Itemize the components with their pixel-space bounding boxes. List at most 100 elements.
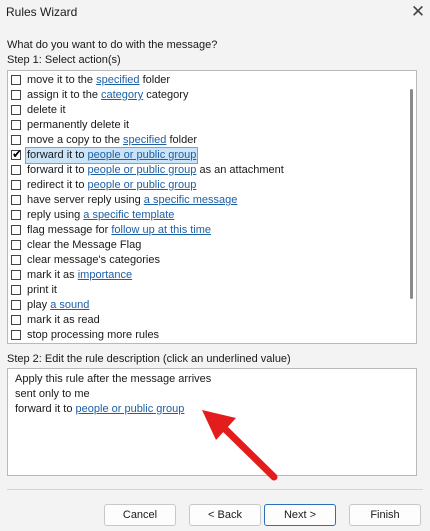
action-checkbox[interactable] <box>11 285 21 295</box>
back-button[interactable]: < Back <box>189 504 261 526</box>
action-checkbox[interactable] <box>11 165 21 175</box>
description-line: sent only to me <box>15 387 90 402</box>
underlined-value-link[interactable]: people or public group <box>76 403 185 415</box>
action-checkbox[interactable] <box>11 225 21 235</box>
action-item[interactable]: clear message's categories <box>8 253 400 268</box>
underlined-value-link[interactable]: specified <box>96 74 139 86</box>
close-icon[interactable]: ✕ <box>408 2 428 22</box>
divider <box>7 489 423 490</box>
action-text: redirect it to <box>27 179 88 191</box>
underlined-value-link[interactable]: a specific template <box>83 209 174 221</box>
action-item[interactable]: assign it to the category category <box>8 88 400 103</box>
action-text: reply using <box>27 209 84 221</box>
action-checkbox[interactable] <box>11 180 21 190</box>
action-item[interactable]: mark it as importance <box>8 268 400 283</box>
action-item[interactable]: reply using a specific template <box>8 208 400 223</box>
action-label: clear the Message Flag <box>26 238 142 253</box>
action-text: play <box>27 299 51 311</box>
action-text: category <box>143 89 189 101</box>
cancel-button[interactable]: Cancel <box>104 504 176 526</box>
action-text: folder <box>139 74 171 86</box>
description-line: forward it to people or public group <box>15 402 184 417</box>
underlined-value-link[interactable]: a sound <box>50 299 89 311</box>
action-text: Apply this rule after the message arrive… <box>15 373 212 385</box>
action-label: reply using a specific template <box>26 208 175 223</box>
underlined-value-link[interactable]: category <box>101 89 143 101</box>
action-text: as an attachment <box>196 164 284 176</box>
action-checkbox[interactable] <box>11 195 21 205</box>
action-text: forward it to <box>15 403 76 415</box>
action-label: move a copy to the specified folder <box>26 133 198 148</box>
action-item[interactable]: stop processing more rules <box>8 328 400 343</box>
step1-label: Step 1: Select action(s) <box>7 54 121 66</box>
underlined-value-link[interactable]: specified <box>123 134 166 146</box>
action-item[interactable]: move a copy to the specified folder <box>8 133 400 148</box>
action-label: have server reply using a specific messa… <box>26 193 238 208</box>
action-item[interactable]: flag message for follow up at this time <box>8 223 400 238</box>
question-text: What do you want to do with the message? <box>7 39 218 51</box>
action-label: print it <box>26 283 58 298</box>
action-label: redirect it to people or public group <box>26 178 197 193</box>
action-checkbox[interactable] <box>11 270 21 280</box>
action-label: move it to the specified folder <box>26 73 171 88</box>
next-button[interactable]: Next > <box>264 504 336 526</box>
window-title: Rules Wizard <box>6 5 78 19</box>
rule-description-box: Apply this rule after the message arrive… <box>7 368 417 476</box>
underlined-value-link[interactable]: follow up at this time <box>111 224 211 236</box>
action-label: assign it to the category category <box>26 88 189 103</box>
action-label: clear message's categories <box>26 253 161 268</box>
action-checkbox[interactable] <box>11 330 21 340</box>
action-label: mark it as read <box>26 313 101 328</box>
action-checkbox[interactable] <box>11 255 21 265</box>
action-checkbox[interactable] <box>11 120 21 130</box>
action-item[interactable]: permanently delete it <box>8 118 400 133</box>
action-checkbox[interactable] <box>11 210 21 220</box>
action-checkbox[interactable] <box>11 315 21 325</box>
underlined-value-link[interactable]: people or public group <box>88 164 197 176</box>
action-item[interactable]: play a sound <box>8 298 400 313</box>
action-item[interactable]: move it to the specified folder <box>8 73 400 88</box>
action-checkbox[interactable] <box>11 300 21 310</box>
action-text: permanently delete it <box>27 119 130 131</box>
action-checkbox[interactable] <box>11 240 21 250</box>
underlined-value-link[interactable]: a specific message <box>144 194 238 206</box>
action-checkbox[interactable] <box>11 75 21 85</box>
action-text: mark it as read <box>27 314 100 326</box>
action-item[interactable]: ✔ forward it to people or public group <box>8 147 400 164</box>
underlined-value-link[interactable]: importance <box>78 269 132 281</box>
action-item[interactable]: print it <box>8 283 400 298</box>
action-checkbox[interactable]: ✔ <box>11 147 23 161</box>
action-label: mark it as importance <box>26 268 133 283</box>
finish-button[interactable]: Finish <box>349 504 421 526</box>
step2-label: Step 2: Edit the rule description (click… <box>7 353 291 365</box>
action-text: clear the Message Flag <box>27 239 142 251</box>
action-item[interactable]: forward it to people or public group as … <box>8 163 400 178</box>
underlined-value-link[interactable]: people or public group <box>88 179 197 191</box>
description-line: Apply this rule after the message arrive… <box>15 372 211 387</box>
action-text: delete it <box>27 104 66 116</box>
action-label: forward it to people or public group <box>24 147 199 164</box>
action-checkbox[interactable] <box>11 135 21 145</box>
action-text: folder <box>166 134 197 146</box>
action-checkbox[interactable] <box>11 90 21 100</box>
action-text: assign it to the <box>27 89 101 101</box>
action-item[interactable]: delete it <box>8 103 400 118</box>
action-text: stop processing more rules <box>27 329 160 341</box>
action-label: stop processing more rules <box>26 328 160 343</box>
actions-list[interactable]: move it to the specified folder assign it… <box>7 70 417 344</box>
action-item[interactable]: clear the Message Flag <box>8 238 400 253</box>
action-checkbox[interactable] <box>11 105 21 115</box>
action-item[interactable]: have server reply using a specific messa… <box>8 193 400 208</box>
underlined-value-link[interactable]: people or public group <box>88 149 197 161</box>
action-label: permanently delete it <box>26 118 130 133</box>
action-label: delete it <box>26 103 67 118</box>
action-text: sent only to me <box>15 388 90 400</box>
action-item[interactable]: mark it as read <box>8 313 400 328</box>
action-item[interactable]: redirect it to people or public group <box>8 178 400 193</box>
title-bar: Rules Wizard ✕ <box>0 0 430 26</box>
action-text: print it <box>27 284 57 296</box>
scrollbar-thumb[interactable] <box>410 89 413 299</box>
checkmark-icon: ✔ <box>12 147 23 161</box>
action-label: play a sound <box>26 298 90 313</box>
action-text: move a copy to the <box>27 134 123 146</box>
